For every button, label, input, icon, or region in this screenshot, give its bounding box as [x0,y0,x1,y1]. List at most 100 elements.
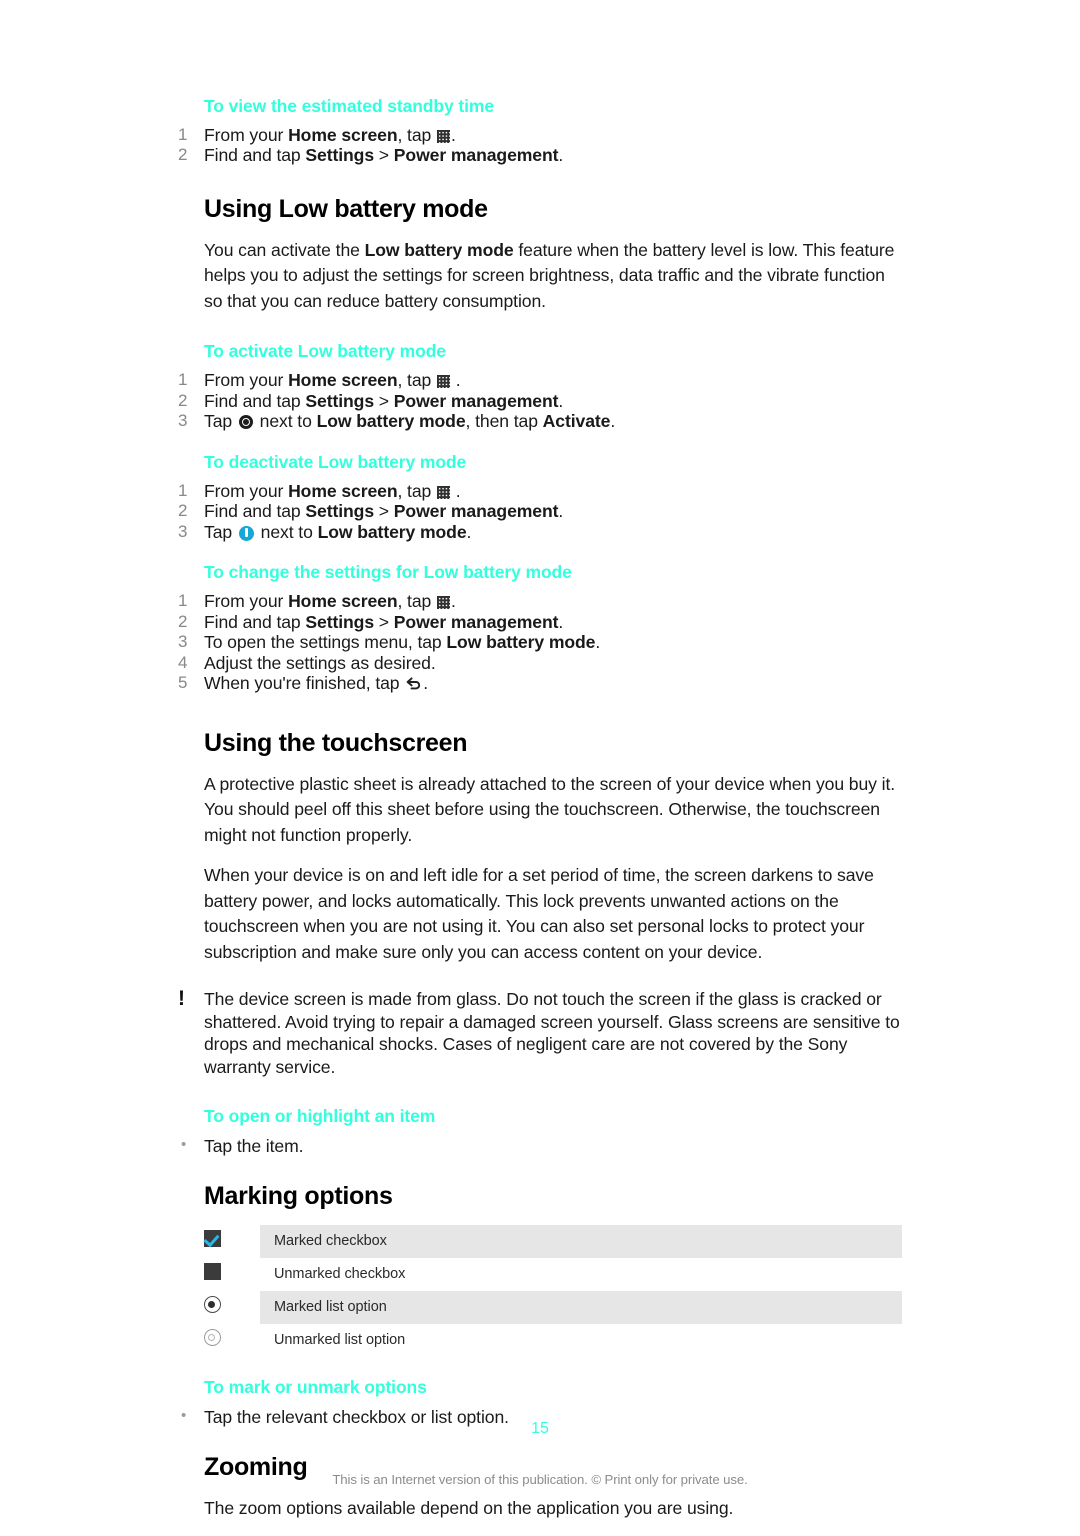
paragraph-bold: Low battery mode [364,239,514,260]
table-cell-icon [204,1324,260,1357]
step-text-bold2: Power management [393,390,559,411]
table-cell-icon [204,1258,260,1291]
procedure-title-mark-unmark: To mark or unmark options [204,1376,427,1397]
table-row: Marked list option [204,1290,902,1324]
procedure-title-deactivate: To deactivate Low battery mode [204,451,467,472]
step-text-post: . [451,370,461,391]
table-cell-label: Unmarked list option [274,1332,406,1349]
step-text-post: . [558,145,564,166]
step-text-post: . [558,611,564,632]
step-text-mid: > [374,145,394,166]
step-text-bold2: Power management [393,145,559,166]
warning-note-text: The device screen is made from glass. Do… [204,989,900,1077]
app-drawer-grid-icon [437,485,450,499]
step-text-mid: , tap [397,124,436,145]
section-paragraph-touchscreen-1: A protective plastic sheet is already at… [204,773,896,845]
step-list-activate: From your Home screen, tap . Find and ta… [178,370,902,432]
procedure-title-activate: To activate Low battery mode [204,341,446,362]
table-cell-label: Marked checkbox [260,1224,902,1258]
unmarked-checkbox-icon[interactable] [204,1263,221,1281]
step-text-post: . [451,591,456,611]
step-text-pre: Find and tap [204,390,306,411]
section-title-low-battery: Using Low battery mode [204,194,488,223]
step-item: Find and tap Settings > Power management… [178,501,902,522]
section-paragraph-touchscreen-2: When your device is on and left idle for… [204,865,874,962]
step-text-bold: Settings [305,611,375,632]
step-text-post: . [610,411,616,432]
step-item: Find and tap Settings > Power management… [178,391,902,412]
step-item: Tap next to Low battery mode, then tap A… [178,411,902,432]
page-content: To view the estimated standby time From … [178,96,902,1536]
step-text-bold2: Power management [393,611,559,632]
step-text-bold: Home screen [288,480,398,501]
table-cell-icon [204,1291,260,1324]
marking-options-table: Marked checkbox Unmarked checkbox Marked… [204,1224,902,1357]
section-paragraph-zooming: The zoom options available depend on the… [204,1497,734,1518]
step-text-mid: > [374,501,394,522]
step-text-bold2: Power management [393,501,559,522]
procedure-title-standby: To view the estimated standby time [204,96,494,116]
step-text-post: . [423,673,429,693]
step-item: When you're finished, tap . [178,673,902,694]
power-on-blue-icon [238,525,254,541]
step-text-bold: Low battery mode [316,411,466,432]
step-text-post: . [595,632,601,652]
step-list-change-settings: From your Home screen, tap . Find and ta… [178,591,902,694]
list-item: Tap the item. [178,1134,902,1157]
step-text-pre: When you're finished, tap [204,673,405,693]
section-title-marking-options: Marking options [204,1181,393,1210]
step-item: Adjust the settings as desired. [178,653,902,674]
step-item: Tap next to Low battery mode. [178,522,902,543]
step-text-mid2: , then tap [465,411,543,432]
step-text-mid: , tap [397,370,436,391]
step-text-bold: Settings [305,501,375,522]
table-row: Unmarked checkbox [204,1258,902,1291]
step-text-pre: Tap [204,411,237,432]
step-item: Find and tap Settings > Power management… [178,612,902,633]
power-ring-icon [238,415,253,430]
step-text-post: . [451,124,456,145]
step-text-mid: > [374,611,394,632]
step-text-bold: Settings [305,145,375,166]
step-text-post: . [558,501,564,522]
step-text-pre: Tap [204,521,237,542]
exclamation-icon: ! [178,987,185,1010]
step-item: From your Home screen, tap . [178,125,902,146]
procedure-title-change-settings: To change the settings for Low battery m… [204,562,572,583]
step-text-pre: From your [204,124,289,145]
step-text-pre: Find and tap [204,501,306,522]
paragraph-pre: You can activate the [204,239,365,260]
table-cell-label: Marked list option [260,1290,902,1324]
document-page: To view the estimated standby time From … [0,0,1080,1527]
app-drawer-grid-icon [437,375,450,389]
step-text-bold: Settings [305,390,375,411]
section-paragraph-low-battery: You can activate the Low battery mode fe… [204,238,902,315]
step-list-standby: From your Home screen, tap . Find and ta… [178,125,902,166]
bullet-list-open-highlight: Tap the item. [178,1134,902,1157]
step-text-mid: , tap [397,591,436,611]
step-item: From your Home screen, tap . [178,370,902,391]
step-list-deactivate: From your Home screen, tap . Find and ta… [178,481,902,543]
step-text-pre: Find and tap [204,145,306,166]
app-drawer-grid-icon [437,596,450,609]
step-text-pre: From your [204,480,289,501]
step-text-post: . [466,521,472,542]
back-arrow-icon [405,677,422,692]
step-text-mid: next to [255,521,318,542]
table-row: Unmarked list option [204,1324,902,1357]
step-text-bold2: Activate [542,411,611,432]
step-text-pre: To open the settings menu, tap [204,632,447,652]
step-item: To open the settings menu, tap Low batte… [178,632,902,653]
step-text-pre: From your [204,591,289,611]
step-text-mid: , tap [397,480,436,501]
step-text-bold: Low battery mode [446,632,596,652]
step-item: From your Home screen, tap . [178,591,902,612]
step-text-bold: Home screen [288,370,398,391]
section-title-touchscreen: Using the touchscreen [204,728,468,757]
marked-radio-icon[interactable] [204,1296,221,1314]
step-text-pre: Find and tap [204,611,306,632]
unmarked-radio-icon[interactable] [204,1329,221,1347]
marked-checkbox-icon[interactable] [204,1230,221,1248]
step-text-bold: Low battery mode [317,521,467,542]
table-row: Marked checkbox [204,1224,902,1258]
